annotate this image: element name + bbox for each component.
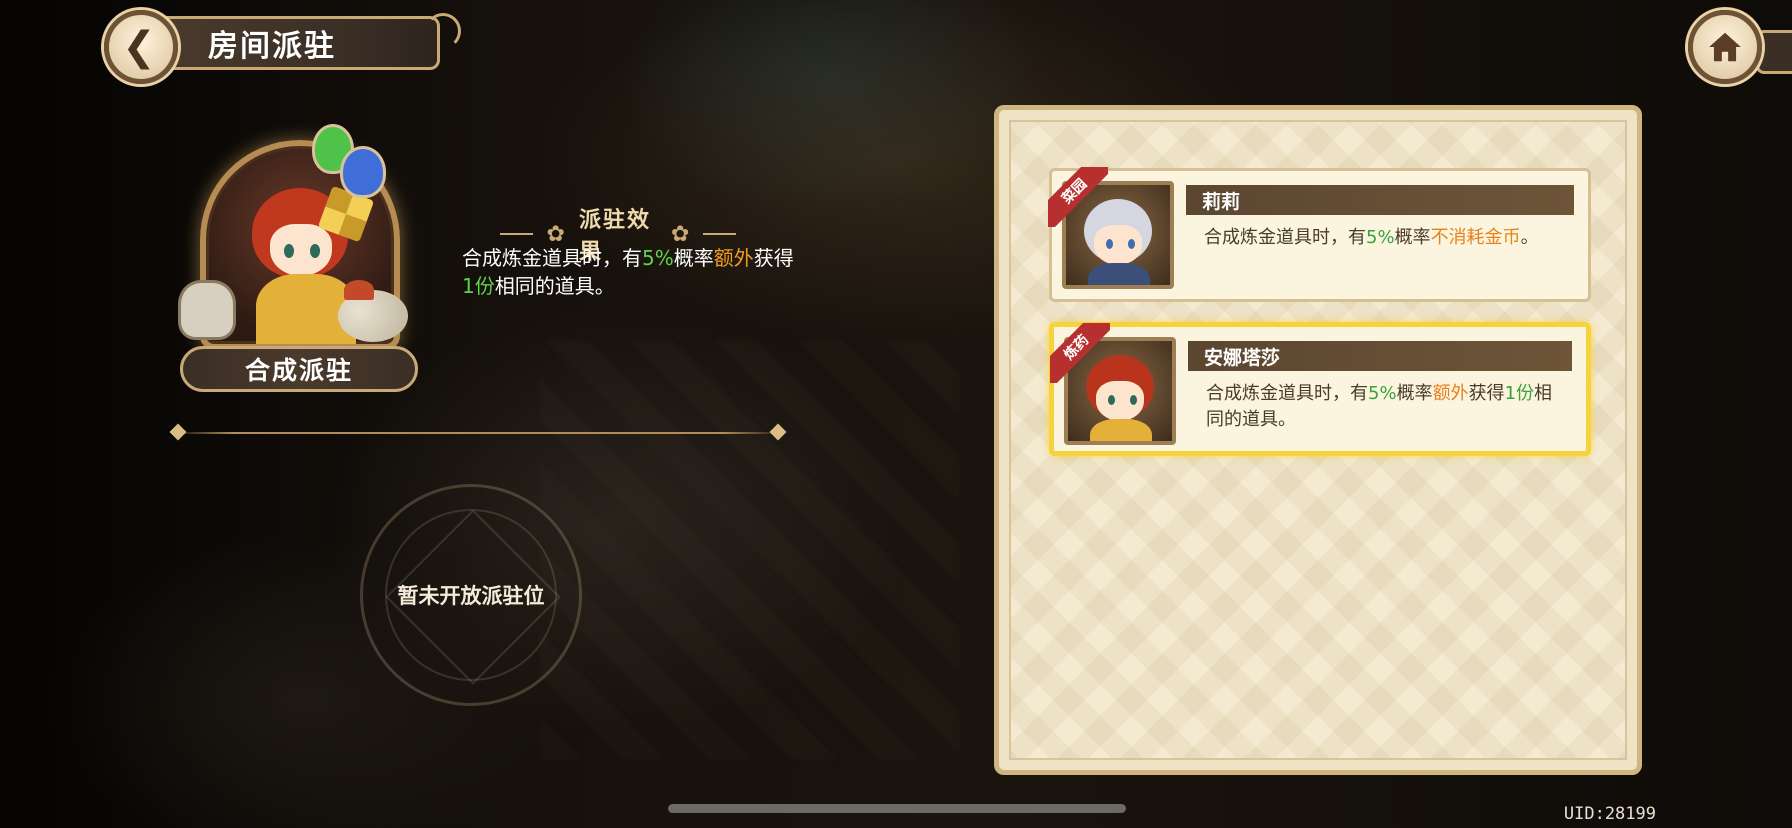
title-plate: 房间派驻	[160, 13, 461, 70]
hero-eye	[1128, 239, 1135, 249]
hero-desc-part: 合成炼金道具时，有	[1204, 227, 1366, 248]
hero-tag-ribbon: 炼药	[1050, 323, 1110, 383]
hero-tag: 炼药	[1050, 323, 1110, 383]
locked-slot-text: 暂未开放派驻位	[397, 584, 545, 608]
hero-desc-count: 1份	[1504, 383, 1535, 404]
hero-desc-highlight: 额外	[1432, 383, 1469, 404]
back-arrow-icon: ❮	[122, 24, 156, 70]
hero-desc-highlight: 不消耗金币	[1430, 227, 1521, 248]
effect-desc-highlight: 额外	[713, 246, 754, 270]
hero-list-panel: 菜园 莉莉 合成炼金道具时，有5%概率不消耗金币。 炼药 安娜塔莎 合成炼金道具…	[994, 105, 1642, 775]
hero-name-bar: 安娜塔莎	[1188, 341, 1572, 371]
home-button[interactable]	[1688, 10, 1762, 84]
uid-label: UID:28199	[1563, 804, 1656, 824]
effect-desc-part: 相同的道具。	[494, 274, 615, 298]
jar-icon	[178, 280, 236, 340]
hero-eye	[1130, 395, 1137, 405]
locked-dispatch-slot[interactable]: 暂未开放派驻位	[360, 484, 582, 706]
hero-desc-percent: 5%	[1366, 227, 1395, 248]
hero-desc-percent: 5%	[1368, 383, 1397, 404]
effect-desc-count: 1份	[462, 274, 495, 298]
page-title: 房间派驻	[208, 29, 336, 64]
character-eye-left	[284, 244, 294, 258]
hero-desc-part: 概率	[1396, 383, 1433, 404]
dispatch-slot-label: 合成派驻	[180, 346, 418, 392]
hero-name: 安娜塔莎	[1204, 346, 1281, 369]
effect-desc-part: 概率	[673, 246, 714, 270]
hero-tag-ribbon: 菜园	[1048, 167, 1108, 227]
hero-description: 合成炼金道具时，有5%概率额外获得1份相同的道具。	[1206, 381, 1568, 433]
hero-card[interactable]: 菜园 莉莉 合成炼金道具时，有5%概率不消耗金币。	[1048, 167, 1591, 302]
effect-desc-part: 合成炼金道具时，有	[462, 246, 642, 270]
effect-description: 合成炼金道具时，有5%概率额外获得 1份相同的道具。	[462, 244, 802, 300]
dispatch-slot-text: 合成派驻	[244, 356, 353, 385]
hero-tag: 菜园	[1048, 167, 1108, 227]
ornament-left-icon: ✿	[546, 221, 565, 247]
hero-name-bar: 莉莉	[1186, 185, 1574, 215]
hero-body	[1088, 263, 1150, 285]
hero-desc-part: 。	[1520, 227, 1539, 248]
heading-line-left	[500, 233, 533, 235]
blue-potion-icon	[340, 146, 386, 198]
hero-eye	[1106, 239, 1113, 249]
hero-name: 莉莉	[1202, 190, 1241, 213]
effect-desc-part: 获得	[753, 246, 794, 270]
effect-desc-percent: 5%	[642, 246, 674, 270]
section-divider	[169, 423, 787, 441]
hero-desc-part: 概率	[1394, 227, 1431, 248]
character-eye-right	[310, 244, 320, 258]
character-face	[270, 224, 332, 276]
mushroom-icon	[344, 280, 374, 300]
back-button[interactable]: ❮	[104, 10, 178, 84]
hero-description: 合成炼金道具时，有5%概率不消耗金币。	[1204, 225, 1570, 251]
hero-desc-part: 合成炼金道具时，有	[1206, 383, 1368, 404]
heading-line-right	[703, 233, 737, 235]
ornament-right-icon: ✿	[671, 221, 690, 247]
hero-body	[1090, 419, 1152, 441]
hero-card-selected[interactable]: 炼药 安娜塔莎 合成炼金道具时，有5%概率额外获得1份相同的道具。	[1049, 322, 1591, 456]
home-indicator[interactable]	[668, 804, 1126, 813]
home-icon	[1709, 32, 1741, 62]
hero-eye	[1108, 395, 1115, 405]
hero-desc-part: 获得	[1468, 383, 1505, 404]
